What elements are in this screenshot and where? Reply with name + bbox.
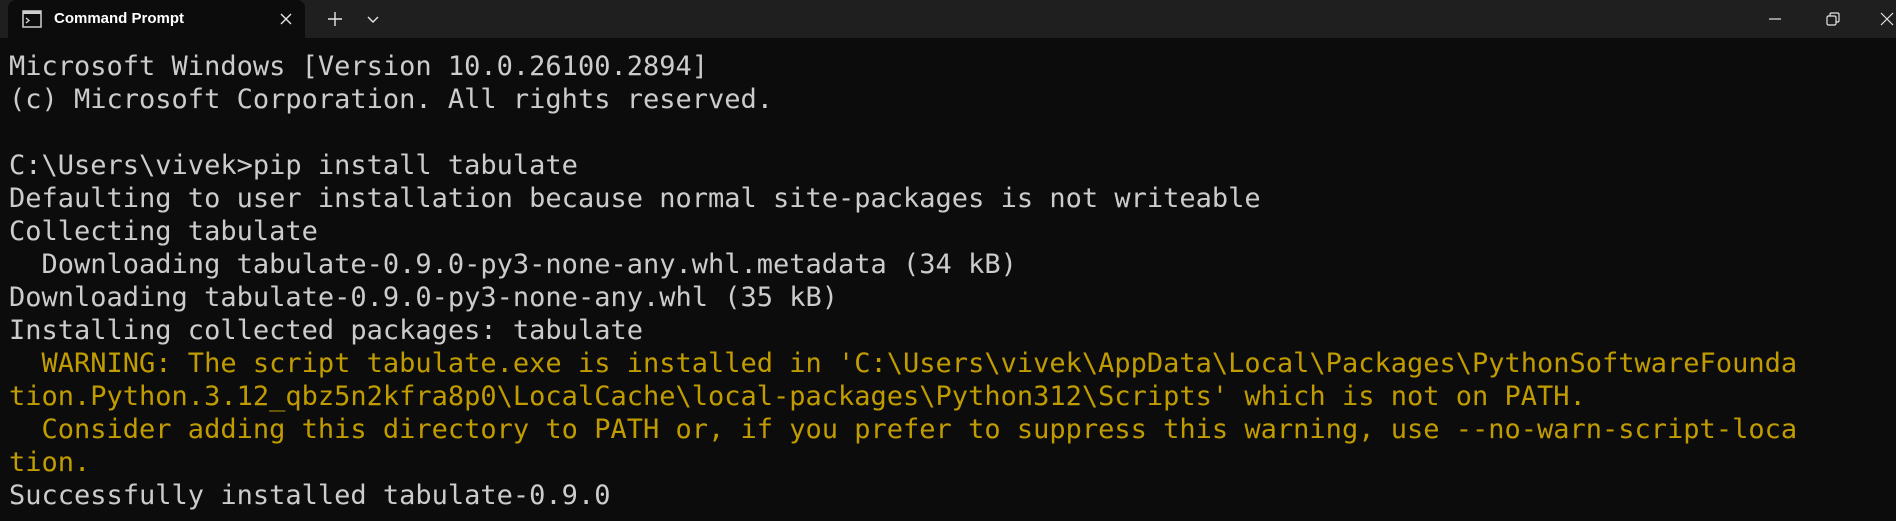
title-bar[interactable]: Command Prompt xyxy=(0,0,1896,38)
output-line: Defaulting to user installation because … xyxy=(9,183,1261,214)
warning-line: tion.Python.3.12_qbz5n2kfra8p0\LocalCach… xyxy=(9,381,1586,412)
close-window-icon[interactable] xyxy=(1878,10,1896,28)
terminal-output[interactable]: Microsoft Windows [Version 10.0.26100.28… xyxy=(9,50,1896,512)
tab-title: Command Prompt xyxy=(54,10,185,27)
command-prompt-icon xyxy=(22,10,42,28)
terminal-window: Command Prompt Microsoft Windows [Versio… xyxy=(0,0,1896,521)
output-line: Downloading tabulate-0.9.0-py3-none-any.… xyxy=(9,249,1017,280)
plus-icon[interactable] xyxy=(326,10,344,28)
output-line: Successfully installed tabulate-0.9.0 xyxy=(9,480,611,511)
output-line: C:\Users\vivek>pip install tabulate xyxy=(9,150,578,181)
output-line: Installing collected packages: tabulate xyxy=(9,315,643,346)
output-line: Microsoft Windows [Version 10.0.26100.28… xyxy=(9,51,708,82)
warning-line: WARNING: The script tabulate.exe is inst… xyxy=(9,348,1798,379)
minimize-icon[interactable] xyxy=(1766,10,1784,28)
restore-icon[interactable] xyxy=(1824,10,1842,28)
chevron-down-icon[interactable] xyxy=(365,11,381,27)
warning-line: Consider adding this directory to PATH o… xyxy=(9,414,1798,445)
output-line: Downloading tabulate-0.9.0-py3-none-any.… xyxy=(9,282,839,313)
output-line: Collecting tabulate xyxy=(9,216,318,247)
output-line: (c) Microsoft Corporation. All rights re… xyxy=(9,84,774,115)
close-icon[interactable] xyxy=(278,11,294,27)
warning-line: tion. xyxy=(9,447,91,478)
tab-command-prompt[interactable]: Command Prompt xyxy=(8,0,305,38)
